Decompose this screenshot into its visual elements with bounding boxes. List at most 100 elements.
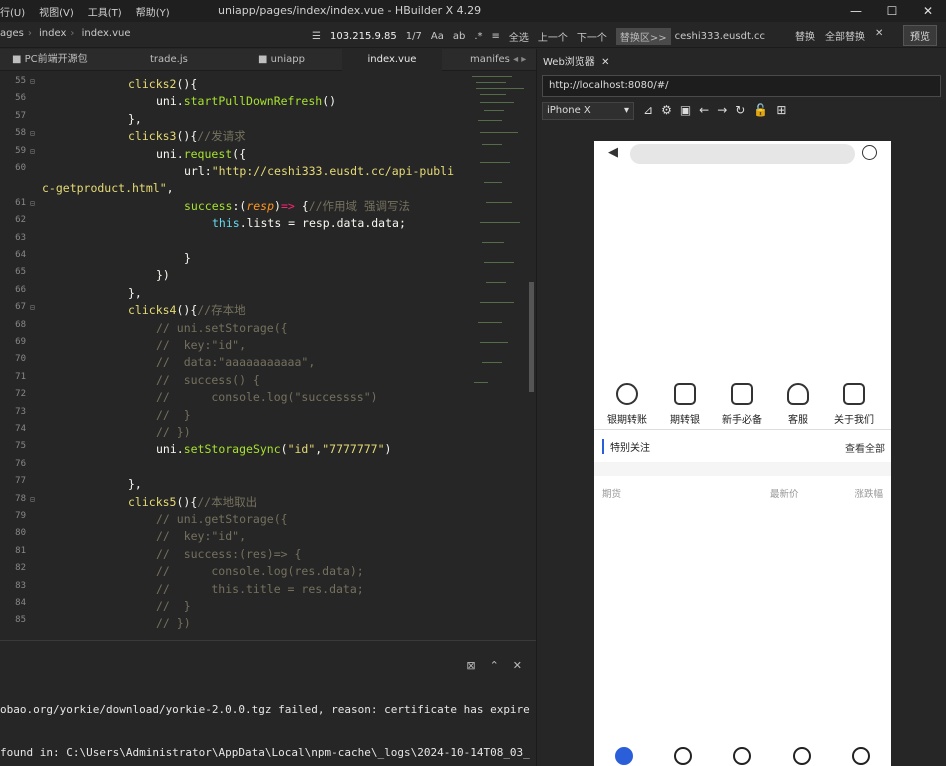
tab-web-browser[interactable]: Web浏览器 ✕	[543, 53, 610, 68]
device-select[interactable]: iPhone X ▾	[542, 102, 634, 120]
nav-item-bank-transfer[interactable]: 银期转账	[597, 383, 657, 426]
minimap[interactable]	[470, 72, 528, 392]
code-line[interactable]: // console.log(res.data);	[156, 563, 364, 580]
code-line[interactable]: // }	[156, 598, 191, 615]
maximize-button[interactable]: ☐	[874, 0, 910, 22]
code-line[interactable]: // console.log("successss")	[156, 389, 378, 406]
code-line[interactable]: // data:"aaaaaaaaaaa",	[156, 354, 315, 371]
breadcrumb-item[interactable]: index.vue	[82, 28, 131, 39]
megaphone-icon[interactable]: ◀	[608, 145, 618, 160]
nav-item-futures-to-bank[interactable]: 期转银	[655, 383, 715, 426]
menu-item-tools[interactable]: 工具(T)	[88, 4, 122, 19]
code-line[interactable]: c-getproduct.html",	[42, 180, 174, 197]
tab-uniapp[interactable]: ■ uniapp	[258, 49, 305, 71]
fold-toggle-icon[interactable]: ⊟	[30, 495, 35, 504]
find-input[interactable]: 103.215.9.85	[330, 31, 397, 42]
forward-arrow-icon[interactable]: →	[717, 103, 727, 117]
fold-toggle-icon[interactable]: ⊟	[30, 199, 35, 208]
case-sensitive-toggle[interactable]: Aa	[431, 31, 444, 42]
fold-toggle-icon[interactable]: ⊟	[30, 129, 35, 138]
next-match-button[interactable]: 下一个	[577, 29, 607, 44]
back-arrow-icon[interactable]: ←	[699, 103, 709, 117]
code-line[interactable]: clicks5(){//本地取出	[128, 494, 257, 511]
fold-toggle-icon[interactable]: ⊟	[30, 147, 35, 156]
code-line[interactable]: })	[156, 267, 170, 284]
replace-button[interactable]: 替换	[795, 28, 815, 43]
code-line[interactable]: uni.startPullDownRefresh()	[156, 93, 336, 110]
chevron-up-icon[interactable]: ⌃	[490, 659, 499, 672]
code-line[interactable]: },	[128, 285, 142, 302]
fold-toggle-icon[interactable]: ⊟	[30, 303, 35, 312]
prev-match-button[interactable]: 上一个	[538, 29, 568, 44]
menu-item[interactable]: 行(U)	[0, 4, 25, 19]
code-area[interactable]: clicks2(){uni.startPullDownRefresh()}, cl…	[42, 72, 462, 640]
close-icon[interactable]: ✕	[601, 57, 609, 68]
settings-icon[interactable]: ⚙	[661, 103, 672, 117]
code-line[interactable]: uni.setStorageSync("id","7777777")	[156, 441, 391, 458]
qr-code-icon[interactable]: ⊞	[776, 103, 786, 117]
nav-item-about[interactable]: 关于我们	[824, 383, 884, 426]
search-input[interactable]	[630, 144, 855, 164]
replace-all-button[interactable]: 全部替换	[825, 28, 865, 43]
code-line[interactable]: // success:(res)=> {	[156, 546, 301, 563]
tab-manifest[interactable]: manifes ◂ ▸	[470, 49, 526, 71]
code-line[interactable]: // key:"id",	[156, 337, 246, 354]
view-all-link[interactable]: 查看全部	[845, 440, 885, 455]
menu-item-view[interactable]: 视图(V)	[39, 4, 74, 19]
tab-trade-js[interactable]: trade.js	[150, 49, 188, 71]
close-find-icon[interactable]: ✕	[875, 28, 883, 43]
menu-item-help[interactable]: 帮助(Y)	[136, 4, 170, 19]
tab-trade-icon[interactable]	[733, 747, 752, 765]
code-line[interactable]: clicks3(){//发请求	[128, 128, 246, 145]
whole-word-toggle[interactable]: ab	[453, 31, 465, 42]
clear-console-icon[interactable]: ⊠	[466, 659, 475, 672]
code-line[interactable]: },	[128, 476, 142, 493]
minimize-button[interactable]: —	[838, 0, 874, 22]
tab-profile-icon[interactable]	[852, 747, 871, 765]
code-line[interactable]: // uni.getStorage({	[156, 511, 288, 528]
code-editor[interactable]: 55 ⊟ 56 57 58 ⊟ 59 ⊟ 60 61 ⊟ 62 63 64 65 66 67 ⊟ 68 69 70 71 7…	[0, 72, 536, 640]
code-line[interactable]: // key:"id",	[156, 528, 246, 545]
tab-pc[interactable]: ■ PC前端开源包	[12, 49, 88, 71]
url-input[interactable]: http://localhost:8080/#/	[542, 75, 941, 97]
code-line[interactable]: uni.request({	[156, 146, 246, 163]
close-console-icon[interactable]: ✕	[513, 659, 522, 672]
rotate-icon[interactable]: ⊿	[643, 103, 653, 117]
replace-area-button[interactable]: 替换区>>	[615, 28, 671, 45]
code-line[interactable]: }	[184, 250, 191, 267]
editor-scrollbar[interactable]	[529, 282, 534, 392]
message-icon[interactable]	[862, 145, 877, 160]
nav-item-service[interactable]: 客服	[768, 383, 828, 426]
code-line[interactable]: clicks2(){	[128, 76, 197, 93]
code-line[interactable]: },	[128, 111, 142, 128]
code-line[interactable]: clicks4(){//存本地	[128, 302, 246, 319]
filter-icon[interactable]: ≡	[492, 31, 500, 42]
devtools-icon[interactable]: ▣	[680, 103, 691, 117]
regex-toggle[interactable]: .*	[474, 31, 482, 42]
code-line[interactable]: // }	[156, 407, 191, 424]
tab-orders-icon[interactable]	[792, 747, 811, 765]
code-line[interactable]: // success() {	[156, 372, 260, 389]
preview-button[interactable]: 预览	[903, 25, 937, 46]
close-button[interactable]: ✕	[910, 0, 946, 22]
breadcrumb-item[interactable]: ages	[0, 28, 24, 39]
select-all-button[interactable]: 全选	[509, 29, 529, 44]
replace-input[interactable]: ceshi333.eusdt.cc	[675, 31, 765, 42]
fold-toggle-icon[interactable]: ⊟	[30, 77, 35, 86]
code-line[interactable]: // })	[156, 424, 191, 441]
tab-market-icon[interactable]	[674, 747, 693, 765]
code-line[interactable]: url:"http://ceshi333.eusdt.cc/api-publi	[184, 163, 454, 180]
breadcrumb-item[interactable]: index	[39, 28, 66, 39]
code-line[interactable]: this.lists = resp.data.data;	[212, 215, 406, 232]
code-line[interactable]: // uni.setStorage({	[156, 320, 288, 337]
tab-home-icon[interactable]	[614, 747, 633, 765]
find-toggle-icon[interactable]: ☰	[312, 31, 321, 42]
tab-scroll-arrows-icon[interactable]: ◂ ▸	[513, 54, 526, 65]
tab-index-vue[interactable]: index.vue	[342, 49, 442, 71]
code-line[interactable]: // })	[156, 615, 191, 632]
code-line[interactable]: success:(resp)=> {//作用域 强调写法	[184, 198, 410, 215]
refresh-icon[interactable]: ↻	[735, 103, 745, 117]
nav-item-beginner[interactable]: 新手必备	[712, 383, 772, 426]
code-line[interactable]: // this.title = res.data;	[156, 581, 364, 598]
lock-icon[interactable]: 🔓	[753, 103, 768, 117]
